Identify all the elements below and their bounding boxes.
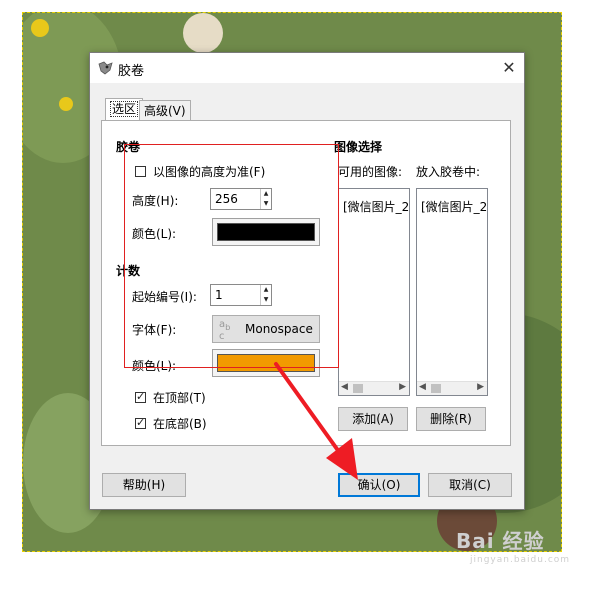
at-bottom-label: 在底部(B)	[153, 417, 207, 431]
dialog-title: 胶卷	[118, 64, 145, 79]
annotation-arrow	[274, 362, 358, 480]
close-button[interactable]: ✕	[494, 53, 524, 83]
tab-advanced[interactable]: 高级(V)	[139, 100, 191, 120]
scroll-right-icon[interactable]: ▶	[399, 382, 406, 392]
watermark-logo: Bai 经验	[456, 529, 545, 553]
scroll-thumb[interactable]	[431, 384, 441, 393]
at-bottom-checkbox[interactable]	[135, 416, 146, 429]
available-images-label: 可用的图像:	[338, 165, 403, 179]
at-top-label: 在顶部(T)	[153, 391, 206, 405]
gimp-app-icon	[98, 61, 113, 75]
cancel-button[interactable]: 取消(C)	[428, 473, 512, 497]
remove-button[interactable]: 删除(R)	[416, 407, 486, 431]
title-bar: 胶卷 ✕	[90, 53, 524, 83]
in-film-label: 放入胶卷中:	[416, 165, 481, 179]
tab-advanced-label: 高级(V)	[144, 104, 186, 118]
flower-icon	[31, 19, 49, 37]
at-top-checkbox[interactable]	[135, 390, 146, 403]
image-selection-heading: 图像选择	[334, 140, 383, 154]
watermark-url: jingyan.baidu.com	[470, 555, 571, 565]
help-button[interactable]: 帮助(H)	[102, 473, 186, 497]
film-images-list[interactable]: [微信图片_2 ◀ ▶	[416, 188, 488, 396]
scroll-left-icon[interactable]: ◀	[419, 382, 426, 392]
tab-selection-label: 选区	[110, 101, 139, 117]
flower-icon	[59, 97, 73, 111]
list-item[interactable]: [微信图片_2	[343, 198, 409, 215]
horizontal-scrollbar[interactable]: ◀ ▶	[417, 381, 487, 395]
tab-selection[interactable]: 选区	[105, 98, 144, 120]
highlight-box	[124, 144, 339, 368]
list-item[interactable]: [微信图片_2	[421, 198, 487, 215]
hand-shape	[183, 13, 223, 53]
scroll-right-icon[interactable]: ▶	[477, 382, 484, 392]
